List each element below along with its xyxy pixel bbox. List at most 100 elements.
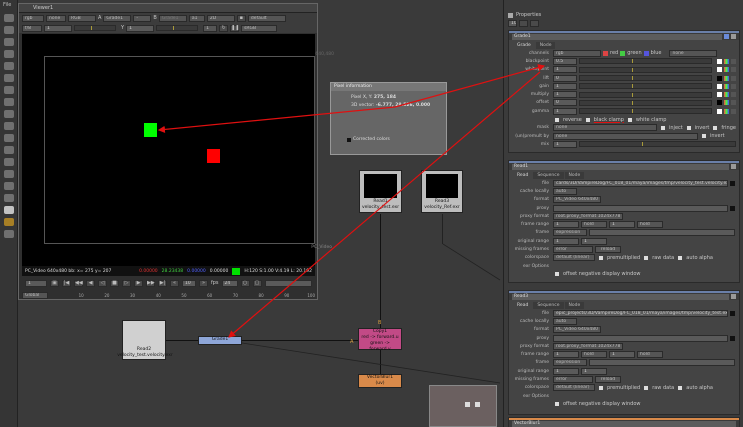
orig-first-field[interactable]: 1 (553, 237, 579, 245)
colorspace-dropdown[interactable]: default (linear) (553, 254, 595, 262)
knob-slider[interactable] (579, 66, 712, 73)
color-picker-icon[interactable] (724, 75, 729, 81)
unpremult-invert-checkbox[interactable]: invert (710, 133, 725, 139)
knob-field[interactable]: 1 (553, 107, 577, 115)
tab-node[interactable]: Node (564, 172, 585, 179)
missing-frames-dropdown[interactable]: error (553, 246, 593, 254)
auto-alpha-checkbox[interactable]: auto alpha (686, 385, 713, 391)
color-swatch-icon[interactable] (717, 100, 722, 106)
folder-icon[interactable] (730, 180, 735, 186)
format-dropdown[interactable]: PC_Video 640x480 (553, 196, 601, 204)
red-checkbox[interactable] (603, 50, 608, 56)
color-picker-icon[interactable] (724, 100, 729, 106)
corrected-checkbox[interactable] (347, 137, 351, 142)
tab-grade[interactable]: Grade (513, 42, 535, 49)
last-frame-field[interactable]: 1 (609, 351, 635, 359)
tab-node[interactable]: Node (535, 42, 556, 49)
proxy-format-dropdown[interactable]: root.proxy_format 1024x778 (553, 212, 623, 220)
auto-alpha-checkbox[interactable]: auto alpha (686, 255, 713, 261)
after-dropdown[interactable]: hold (637, 351, 663, 359)
proxy-field[interactable] (553, 334, 728, 342)
node-copy1[interactable]: Copy1 red -> forward.u green -> forward.… (358, 328, 402, 352)
reload-button[interactable]: reload (595, 246, 621, 254)
knob-slider[interactable] (579, 91, 712, 98)
close-panel-icon[interactable] (731, 294, 736, 299)
knob-field[interactable]: 1 (553, 91, 577, 99)
orig-first-field[interactable]: 1 (553, 367, 579, 375)
mask-dropdown[interactable]: none (553, 124, 657, 132)
animation-icon[interactable] (731, 92, 736, 98)
first-frame-field[interactable]: 1 (553, 221, 579, 229)
knob-slider[interactable] (579, 58, 712, 65)
knob-field[interactable]: 1 (553, 66, 577, 74)
frame-expression-field[interactable] (589, 359, 735, 367)
folder-icon[interactable] (730, 310, 735, 316)
cache-dropdown[interactable]: auto (553, 317, 577, 325)
premultiplied-checkbox[interactable]: premultiplied (607, 255, 640, 261)
green-checkbox[interactable] (620, 50, 626, 56)
cache-dropdown[interactable]: auto (553, 187, 577, 195)
before-dropdown[interactable]: hold (581, 221, 607, 229)
format-dropdown[interactable]: PC_Video 640x480 (553, 326, 601, 334)
knob-slider[interactable] (579, 83, 712, 90)
color-swatch-icon[interactable] (717, 92, 722, 98)
folder-icon[interactable] (730, 205, 735, 211)
missing-frames-dropdown[interactable]: error (553, 376, 593, 384)
after-dropdown[interactable]: hold (637, 221, 663, 229)
reload-button[interactable]: reload (595, 376, 621, 384)
knob-field[interactable]: 1 (553, 82, 577, 90)
node-read3[interactable]: Read3 velocity_Ref.exr (421, 170, 463, 213)
orig-last-field[interactable]: 1 (581, 237, 607, 245)
node-read2[interactable]: Read2 velocity_test.velocity.exr (117, 320, 173, 360)
knob-field[interactable]: 0 (553, 74, 577, 82)
color-picker-icon[interactable] (724, 108, 729, 114)
knob-slider[interactable] (579, 99, 712, 106)
raw-data-checkbox[interactable]: raw data (652, 255, 674, 261)
black-clamp-checkbox[interactable]: black clamp (594, 117, 624, 123)
node-grade1[interactable]: Grade1 (198, 336, 242, 345)
knob-field[interactable]: 0 (553, 99, 577, 107)
animation-icon[interactable] (731, 100, 736, 106)
raw-data-checkbox[interactable]: raw data (652, 385, 674, 391)
clear-bin-icon[interactable] (530, 20, 539, 27)
tab-node[interactable]: Node (564, 302, 585, 309)
alpha-channel-dropdown[interactable]: none (669, 49, 718, 57)
color-swatch-icon[interactable] (717, 75, 722, 81)
file-field[interactable]: cards/3D/VampireDog/FC_018_01/maya/image… (553, 179, 728, 187)
color-swatch-icon[interactable] (717, 83, 722, 89)
file-field[interactable]: epic_projects/3D/VampireDog/FC_018_01/ma… (553, 309, 728, 317)
frame-mode-dropdown[interactable]: expression (553, 359, 587, 367)
before-dropdown[interactable]: hold (581, 351, 607, 359)
color-swatch-icon[interactable] (717, 108, 722, 114)
knob-field[interactable]: 0.5 (553, 57, 577, 65)
color-picker-icon[interactable] (724, 67, 729, 73)
proxy-field[interactable] (553, 204, 728, 212)
viewer-node-thumbnail[interactable] (429, 385, 497, 427)
knob-slider[interactable] (579, 75, 712, 82)
folder-icon[interactable] (730, 335, 735, 341)
white-clamp-checkbox[interactable]: white clamp (636, 117, 667, 123)
node-color-icon[interactable] (724, 34, 729, 39)
channels-dropdown[interactable]: rgb (553, 49, 601, 57)
color-picker-icon[interactable] (724, 58, 729, 64)
animation-icon[interactable] (731, 58, 736, 64)
unpremult-dropdown[interactable]: none (553, 132, 698, 140)
node-read1[interactable]: Read1 velocity_test.exr (359, 170, 402, 213)
inject-checkbox[interactable]: inject (669, 125, 683, 131)
fringe-checkbox[interactable]: fringe (721, 125, 736, 131)
mix-field[interactable]: 1 (553, 140, 577, 148)
mix-slider[interactable] (579, 141, 736, 148)
animation-icon[interactable] (731, 75, 736, 81)
read-panel-name[interactable]: Read3 (512, 293, 729, 300)
reverse-checkbox[interactable]: reverse (563, 117, 582, 123)
mask-invert-checkbox[interactable]: invert (695, 125, 710, 131)
last-frame-field[interactable]: 1 (609, 221, 635, 229)
proxy-format-dropdown[interactable]: root.proxy_format 1024x778 (553, 342, 623, 350)
close-panel-icon[interactable] (731, 164, 736, 169)
vectorblur1-panel-name[interactable]: VectorBlur1 (512, 420, 736, 427)
grade1-panel-name[interactable]: Grade1 (512, 33, 722, 40)
blue-checkbox[interactable] (643, 50, 649, 56)
colorspace-dropdown[interactable]: default (linear) (553, 384, 595, 392)
color-picker-icon[interactable] (724, 83, 729, 89)
max-panels-field[interactable]: 10 (508, 20, 517, 27)
